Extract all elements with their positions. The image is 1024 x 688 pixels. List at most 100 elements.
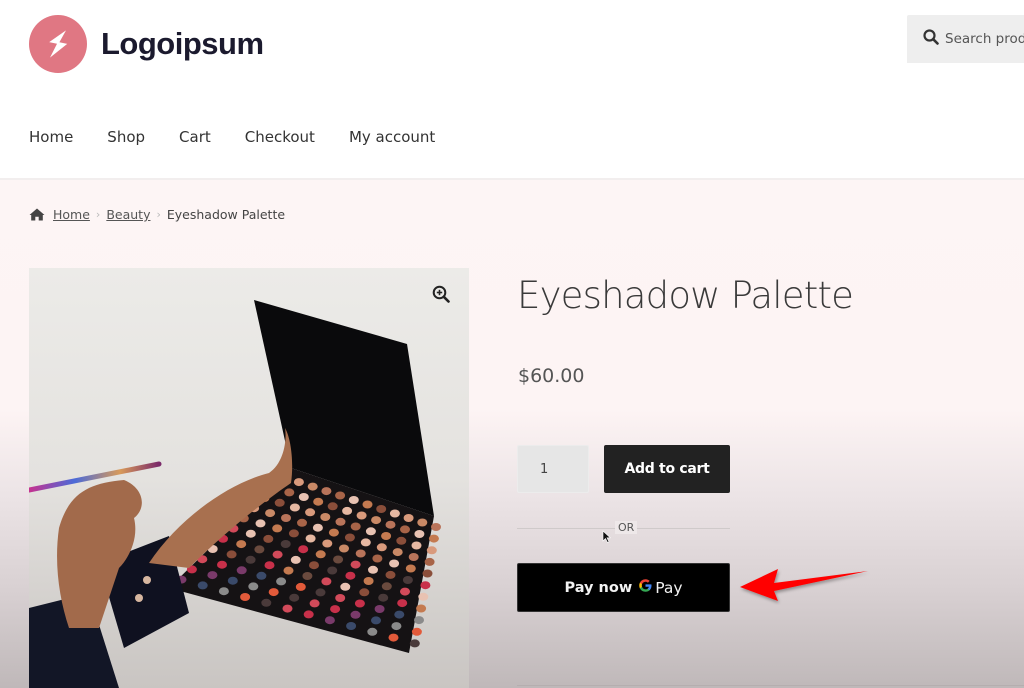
or-label: OR xyxy=(615,521,638,534)
eyeshadow-pan xyxy=(303,610,314,619)
eyeshadow-pan xyxy=(362,500,373,509)
eyeshadow-pan xyxy=(321,487,332,496)
eyeshadow-pan xyxy=(197,581,208,590)
eyeshadow-pan xyxy=(327,502,338,511)
eyeshadow-pan xyxy=(236,566,247,575)
eyeshadow-pan xyxy=(345,571,356,580)
eyeshadow-pan xyxy=(376,505,387,513)
eyeshadow-pan xyxy=(288,529,299,538)
eyeshadow-pan xyxy=(381,582,392,591)
pay-now-button[interactable]: Pay now Pay xyxy=(517,563,730,612)
eyeshadow-pan xyxy=(368,565,378,574)
eyeshadow-pan xyxy=(409,639,420,648)
quantity-input[interactable] xyxy=(517,445,589,493)
pay-now-label: Pay now xyxy=(564,579,633,596)
eyeshadow-pan xyxy=(359,588,370,597)
eyeshadow-pan xyxy=(298,545,309,554)
logo-text: Logoipsum xyxy=(101,26,264,61)
annotation-arrow-icon xyxy=(738,565,873,610)
mouse-cursor-icon xyxy=(602,530,612,548)
eyeshadow-pan xyxy=(411,541,422,550)
eyeshadow-pan xyxy=(327,566,338,575)
eyeshadow-pan xyxy=(261,598,272,607)
eyeshadow-pan xyxy=(431,523,441,531)
google-g-icon xyxy=(638,578,653,597)
eyeshadow-pan xyxy=(400,525,410,534)
eyeshadow-pan xyxy=(290,555,301,564)
eyeshadow-pan xyxy=(420,581,431,590)
eyeshadow-pan xyxy=(394,610,405,619)
eyeshadow-pan xyxy=(217,560,227,569)
section-divider xyxy=(517,685,1024,686)
eyeshadow-pan xyxy=(371,616,381,625)
eyeshadow-pan xyxy=(255,519,266,528)
eyeshadow-pan xyxy=(428,534,439,543)
breadcrumb-beauty[interactable]: Beauty xyxy=(106,207,150,222)
eyeshadow-pan xyxy=(426,546,437,555)
eyeshadow-pan xyxy=(281,514,291,522)
eyeshadow-pan xyxy=(307,482,318,491)
breadcrumb-current: Eyeshadow Palette xyxy=(166,207,286,222)
nav-item-shop[interactable]: Shop xyxy=(107,128,145,146)
eyeshadow-pan xyxy=(312,523,323,532)
eyeshadow-pan xyxy=(346,622,357,630)
eyeshadow-pan xyxy=(264,561,275,570)
eyeshadow-pan xyxy=(335,517,346,526)
product-page: Home › Beauty › Eyeshadow Palette Eyesha… xyxy=(0,180,1024,688)
zoom-in-icon xyxy=(432,285,450,308)
eyeshadow-pan xyxy=(350,522,361,531)
eyeshadow-pan xyxy=(320,513,331,521)
site-header: Logoipsum Home Shop Cart Checkout My acc… xyxy=(0,0,1024,178)
search-icon xyxy=(923,28,939,50)
eyeshadow-pan xyxy=(263,534,274,543)
add-to-cart-button[interactable]: Add to cart xyxy=(604,445,730,493)
nav-item-checkout[interactable]: Checkout xyxy=(245,128,315,146)
eyeshadow-pan xyxy=(322,539,333,548)
eyeshadow-pan xyxy=(315,588,326,597)
eyeshadow-pan xyxy=(254,545,265,554)
eyeshadow-pan xyxy=(355,549,366,558)
nav-item-my-account[interactable]: My account xyxy=(349,128,435,146)
eyeshadow-pan xyxy=(371,516,382,525)
product-image[interactable] xyxy=(29,268,469,688)
product-price: $60.00 xyxy=(518,365,585,387)
eyeshadow-pan xyxy=(309,561,319,570)
nav-item-home[interactable]: Home xyxy=(29,128,73,146)
eyeshadow-pan xyxy=(283,566,294,575)
gpay-label: Pay xyxy=(655,578,683,597)
eyeshadow-pan xyxy=(424,557,435,566)
breadcrumb-separator: › xyxy=(95,208,101,221)
breadcrumb-separator: › xyxy=(156,208,161,221)
eyeshadow-pan xyxy=(289,593,300,602)
eyeshadow-pan xyxy=(344,533,355,542)
eyeshadow-pan xyxy=(245,555,256,564)
eyeshadow-pan xyxy=(248,582,259,591)
eyeshadow-pan xyxy=(374,605,385,613)
search-input[interactable] xyxy=(945,31,1024,47)
eyeshadow-pan xyxy=(302,572,313,580)
lightning-bolt-icon xyxy=(29,15,87,73)
eyeshadow-pan xyxy=(367,627,378,636)
product-title: Eyeshadow Palette xyxy=(517,274,854,317)
nav-item-cart[interactable]: Cart xyxy=(179,128,211,146)
eyeshadow-pan xyxy=(402,576,413,584)
eyeshadow-pan xyxy=(356,511,367,520)
eyeshadow-pan xyxy=(276,577,287,586)
eyeshadow-pan xyxy=(245,529,256,538)
site-logo[interactable]: Logoipsum xyxy=(29,15,264,73)
eyeshadow-pan xyxy=(340,582,351,591)
eyeshadow-pan xyxy=(388,633,399,642)
eyeshadow-pan xyxy=(391,622,402,631)
eyeshadow-pan xyxy=(265,509,276,518)
eyeshadow-pan xyxy=(236,540,247,549)
eyeshadow-pan xyxy=(282,604,293,613)
breadcrumb-home[interactable]: Home xyxy=(53,207,90,222)
eyeshadow-pan xyxy=(392,548,403,557)
eyeshadow-pan xyxy=(389,509,400,518)
google-pay-mark: Pay xyxy=(638,578,683,597)
search-box[interactable] xyxy=(907,15,1024,63)
eyeshadow-pan xyxy=(414,530,425,538)
image-zoom-button[interactable] xyxy=(427,282,455,310)
eyeshadow-pan xyxy=(280,540,291,548)
eyeshadow-pan xyxy=(397,599,408,608)
